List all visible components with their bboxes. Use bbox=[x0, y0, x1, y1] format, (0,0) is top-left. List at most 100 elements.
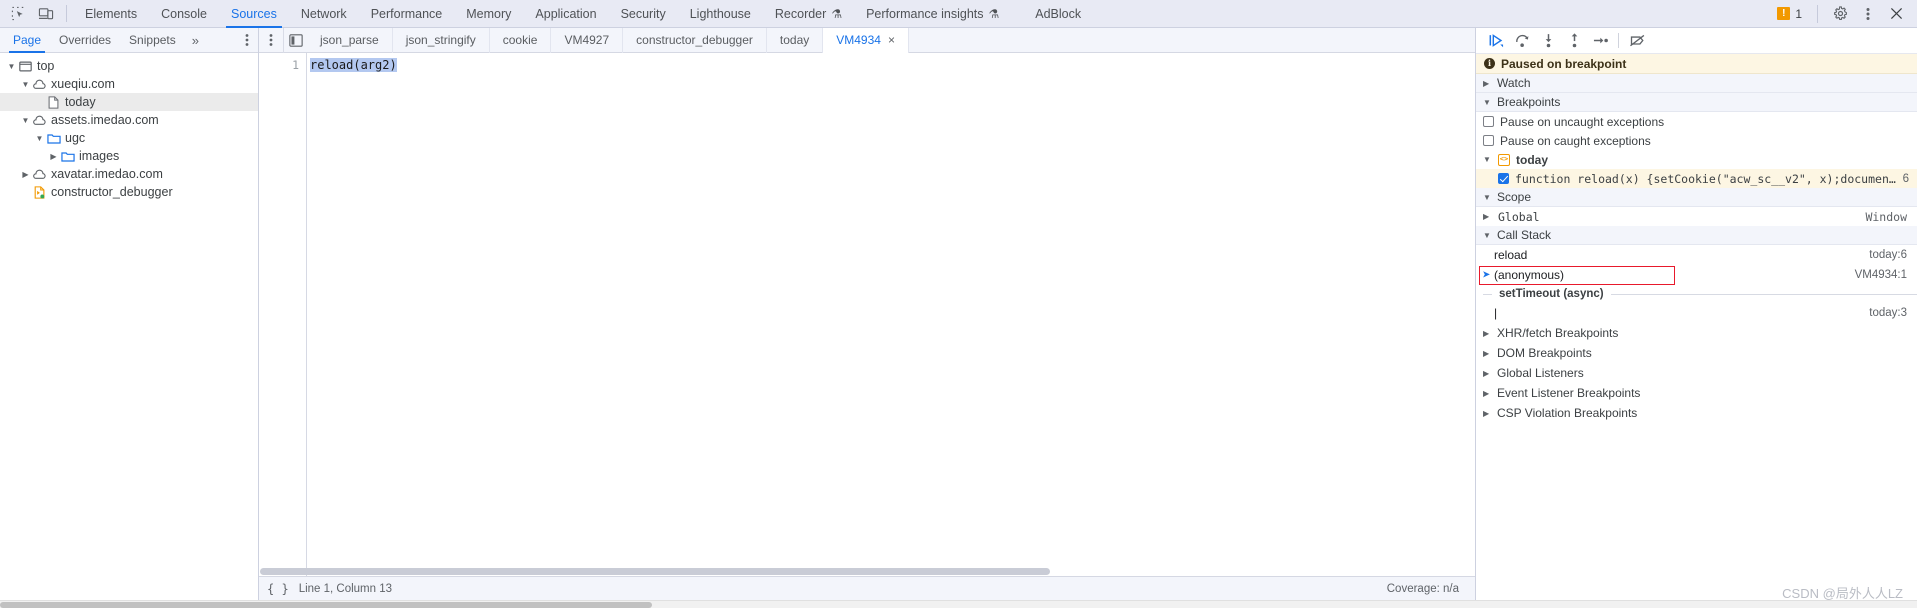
nav-tab-overrides[interactable]: Overrides bbox=[50, 28, 120, 53]
editor-horizontal-scrollbar[interactable] bbox=[259, 568, 1475, 576]
tree-item-assets-imedao-com[interactable]: ▼ assets.imedao.com bbox=[0, 111, 258, 129]
tab-elements[interactable]: Elements bbox=[73, 0, 149, 28]
tab-label: Memory bbox=[466, 6, 512, 21]
pause-on-uncaught-exceptions-row[interactable]: Pause on uncaught exceptions bbox=[1476, 112, 1917, 131]
step-into-icon[interactable] bbox=[1536, 29, 1560, 53]
code-content[interactable]: reload(arg2) bbox=[307, 53, 1475, 576]
tree-item-today[interactable]: ▸ today bbox=[0, 93, 258, 111]
section-global-listeners[interactable]: ▶ Global Listeners bbox=[1476, 363, 1917, 383]
section-breakpoints[interactable]: ▼ Breakpoints bbox=[1476, 93, 1917, 112]
resume-script-execution-icon[interactable] bbox=[1484, 29, 1508, 53]
twisty-icon[interactable]: ▼ bbox=[6, 62, 17, 71]
breakpoint-enabled-checkbox[interactable] bbox=[1498, 173, 1509, 184]
current-frame-arrow-icon: ➤ bbox=[1482, 269, 1491, 281]
section-label: Call Stack bbox=[1497, 228, 1552, 242]
tree-item-top[interactable]: ▼ top bbox=[0, 57, 258, 75]
pause-on-caught-exceptions-row[interactable]: Pause on caught exceptions bbox=[1476, 131, 1917, 150]
tab-memory[interactable]: Memory bbox=[454, 0, 523, 28]
info-icon: i bbox=[1484, 58, 1495, 69]
editor-tab-vm4927[interactable]: VM4927 bbox=[551, 27, 624, 53]
call-stack-frame-anonymous[interactable]: ➤ (anonymous) VM4934:1 bbox=[1476, 265, 1917, 285]
call-stack-frame-anonymous-2[interactable]: | today:3 bbox=[1476, 303, 1917, 323]
section-dom-breakpoints[interactable]: ▶ DOM Breakpoints bbox=[1476, 343, 1917, 363]
editor-tab-label: cookie bbox=[502, 33, 538, 47]
inspect-element-icon[interactable] bbox=[4, 1, 32, 27]
frame-name: reload bbox=[1494, 248, 1528, 262]
scrollbar-thumb[interactable] bbox=[260, 568, 1051, 575]
tree-item-label: assets.imedao.com bbox=[51, 113, 159, 127]
pretty-print-button[interactable]: { } bbox=[267, 582, 289, 596]
tab-sources[interactable]: Sources bbox=[219, 0, 289, 28]
chevron-right-icon: ▶ bbox=[1483, 348, 1490, 358]
tab-security[interactable]: Security bbox=[609, 0, 678, 28]
script-file-icon: <> bbox=[1498, 153, 1510, 166]
navigator-kebab-icon[interactable] bbox=[236, 28, 258, 53]
twisty-icon[interactable]: ▶ bbox=[48, 152, 59, 161]
cloud-icon bbox=[31, 169, 48, 180]
breakpoint-entry[interactable]: function reload(x) {setCookie("acw_sc__v… bbox=[1476, 169, 1917, 188]
show-navigator-icon[interactable] bbox=[283, 27, 307, 53]
nav-tab-snippets[interactable]: Snippets bbox=[120, 28, 185, 53]
section-event-listener-breakpoints[interactable]: ▶ Event Listener Breakpoints bbox=[1476, 383, 1917, 403]
tab-label: Performance bbox=[370, 6, 443, 21]
tab-performance[interactable]: Performance bbox=[359, 0, 455, 28]
editor-tab-today[interactable]: today bbox=[767, 27, 824, 53]
section-watch[interactable]: ▶ Watch bbox=[1476, 74, 1917, 93]
call-stack-frame-reload[interactable]: reload today:6 bbox=[1476, 245, 1917, 265]
tree-item-ugc[interactable]: ▼ ugc bbox=[0, 129, 258, 147]
editor-tab-cookie[interactable]: cookie bbox=[490, 27, 552, 53]
section-csp-violation-breakpoints[interactable]: ▶ CSP Violation Breakpoints bbox=[1476, 403, 1917, 423]
nav-more-tabs-button[interactable]: » bbox=[185, 28, 206, 53]
tree-item-xueqiu-com[interactable]: ▼ xueqiu.com bbox=[0, 75, 258, 93]
warning-badge[interactable]: ! 1 bbox=[1771, 7, 1808, 21]
scope-item-global[interactable]: ▶ Global Window bbox=[1476, 207, 1917, 226]
tab-recorder[interactable]: Recorder ⚗ bbox=[763, 0, 854, 28]
step-icon[interactable] bbox=[1588, 29, 1612, 53]
twisty-icon[interactable]: ▼ bbox=[20, 116, 31, 125]
scope-item-value: Window bbox=[1865, 209, 1907, 224]
tab-label: Recorder bbox=[774, 6, 827, 21]
twisty-icon[interactable]: ▶ bbox=[20, 170, 31, 179]
gear-icon[interactable] bbox=[1827, 1, 1853, 27]
editor-kebab-icon[interactable] bbox=[259, 28, 283, 53]
breakpoint-file-today[interactable]: ▼ <> today bbox=[1476, 150, 1917, 169]
tab-console[interactable]: Console bbox=[149, 0, 219, 28]
nav-tab-page[interactable]: Page bbox=[4, 28, 50, 53]
device-toolbar-icon[interactable] bbox=[32, 1, 60, 27]
deactivate-breakpoints-icon[interactable] bbox=[1625, 29, 1649, 53]
tab-application[interactable]: Application bbox=[523, 0, 608, 28]
editor-tab-json-parse[interactable]: json_parse bbox=[307, 27, 393, 53]
twisty-icon[interactable]: ▼ bbox=[34, 134, 45, 143]
scrollbar-thumb[interactable] bbox=[0, 602, 652, 608]
tree-item-constructor-debugger[interactable]: ▸ constructor_debugger bbox=[0, 183, 258, 201]
tree-item-label: ugc bbox=[65, 131, 86, 145]
close-icon[interactable] bbox=[1883, 1, 1909, 27]
kebab-menu-icon[interactable] bbox=[1855, 1, 1881, 27]
tab-adblock[interactable]: AdBlock bbox=[1011, 0, 1093, 28]
pause-caught-checkbox[interactable] bbox=[1483, 135, 1494, 146]
editor-tab-constructor-debugger[interactable]: constructor_debugger bbox=[623, 27, 767, 53]
checkbox-label: Pause on uncaught exceptions bbox=[1500, 114, 1665, 129]
tree-item-xavatar-imedao-com[interactable]: ▶ xavatar.imedao.com bbox=[0, 165, 258, 183]
pause-uncaught-checkbox[interactable] bbox=[1483, 116, 1494, 127]
editor-tab-vm4934[interactable]: VM4934 × bbox=[823, 27, 909, 53]
step-out-icon[interactable] bbox=[1562, 29, 1586, 53]
folder-icon bbox=[45, 133, 62, 144]
tab-label: AdBlock bbox=[1035, 6, 1082, 21]
window-horizontal-scrollbar[interactable] bbox=[0, 600, 1917, 608]
step-over-icon[interactable] bbox=[1510, 29, 1534, 53]
tab-lighthouse[interactable]: Lighthouse bbox=[678, 0, 763, 28]
toolbar-divider bbox=[1618, 33, 1619, 48]
section-call-stack[interactable]: ▼ Call Stack bbox=[1476, 226, 1917, 245]
editor-tab-json-stringify[interactable]: json_stringify bbox=[393, 27, 490, 53]
section-scope[interactable]: ▼ Scope bbox=[1476, 188, 1917, 207]
close-icon[interactable]: × bbox=[888, 34, 895, 46]
tab-network[interactable]: Network bbox=[289, 0, 359, 28]
section-xhr-fetch-breakpoints[interactable]: ▶ XHR/fetch Breakpoints bbox=[1476, 323, 1917, 343]
twisty-icon[interactable]: ▼ bbox=[20, 80, 31, 89]
folder-icon bbox=[59, 151, 76, 162]
tree-item-images[interactable]: ▶ images bbox=[0, 147, 258, 165]
tab-performance-insights[interactable]: Performance insights ⚗ bbox=[854, 0, 1011, 28]
code-editor[interactable]: 1 reload(arg2) bbox=[259, 53, 1475, 576]
tree-item-label: constructor_debugger bbox=[51, 185, 173, 199]
